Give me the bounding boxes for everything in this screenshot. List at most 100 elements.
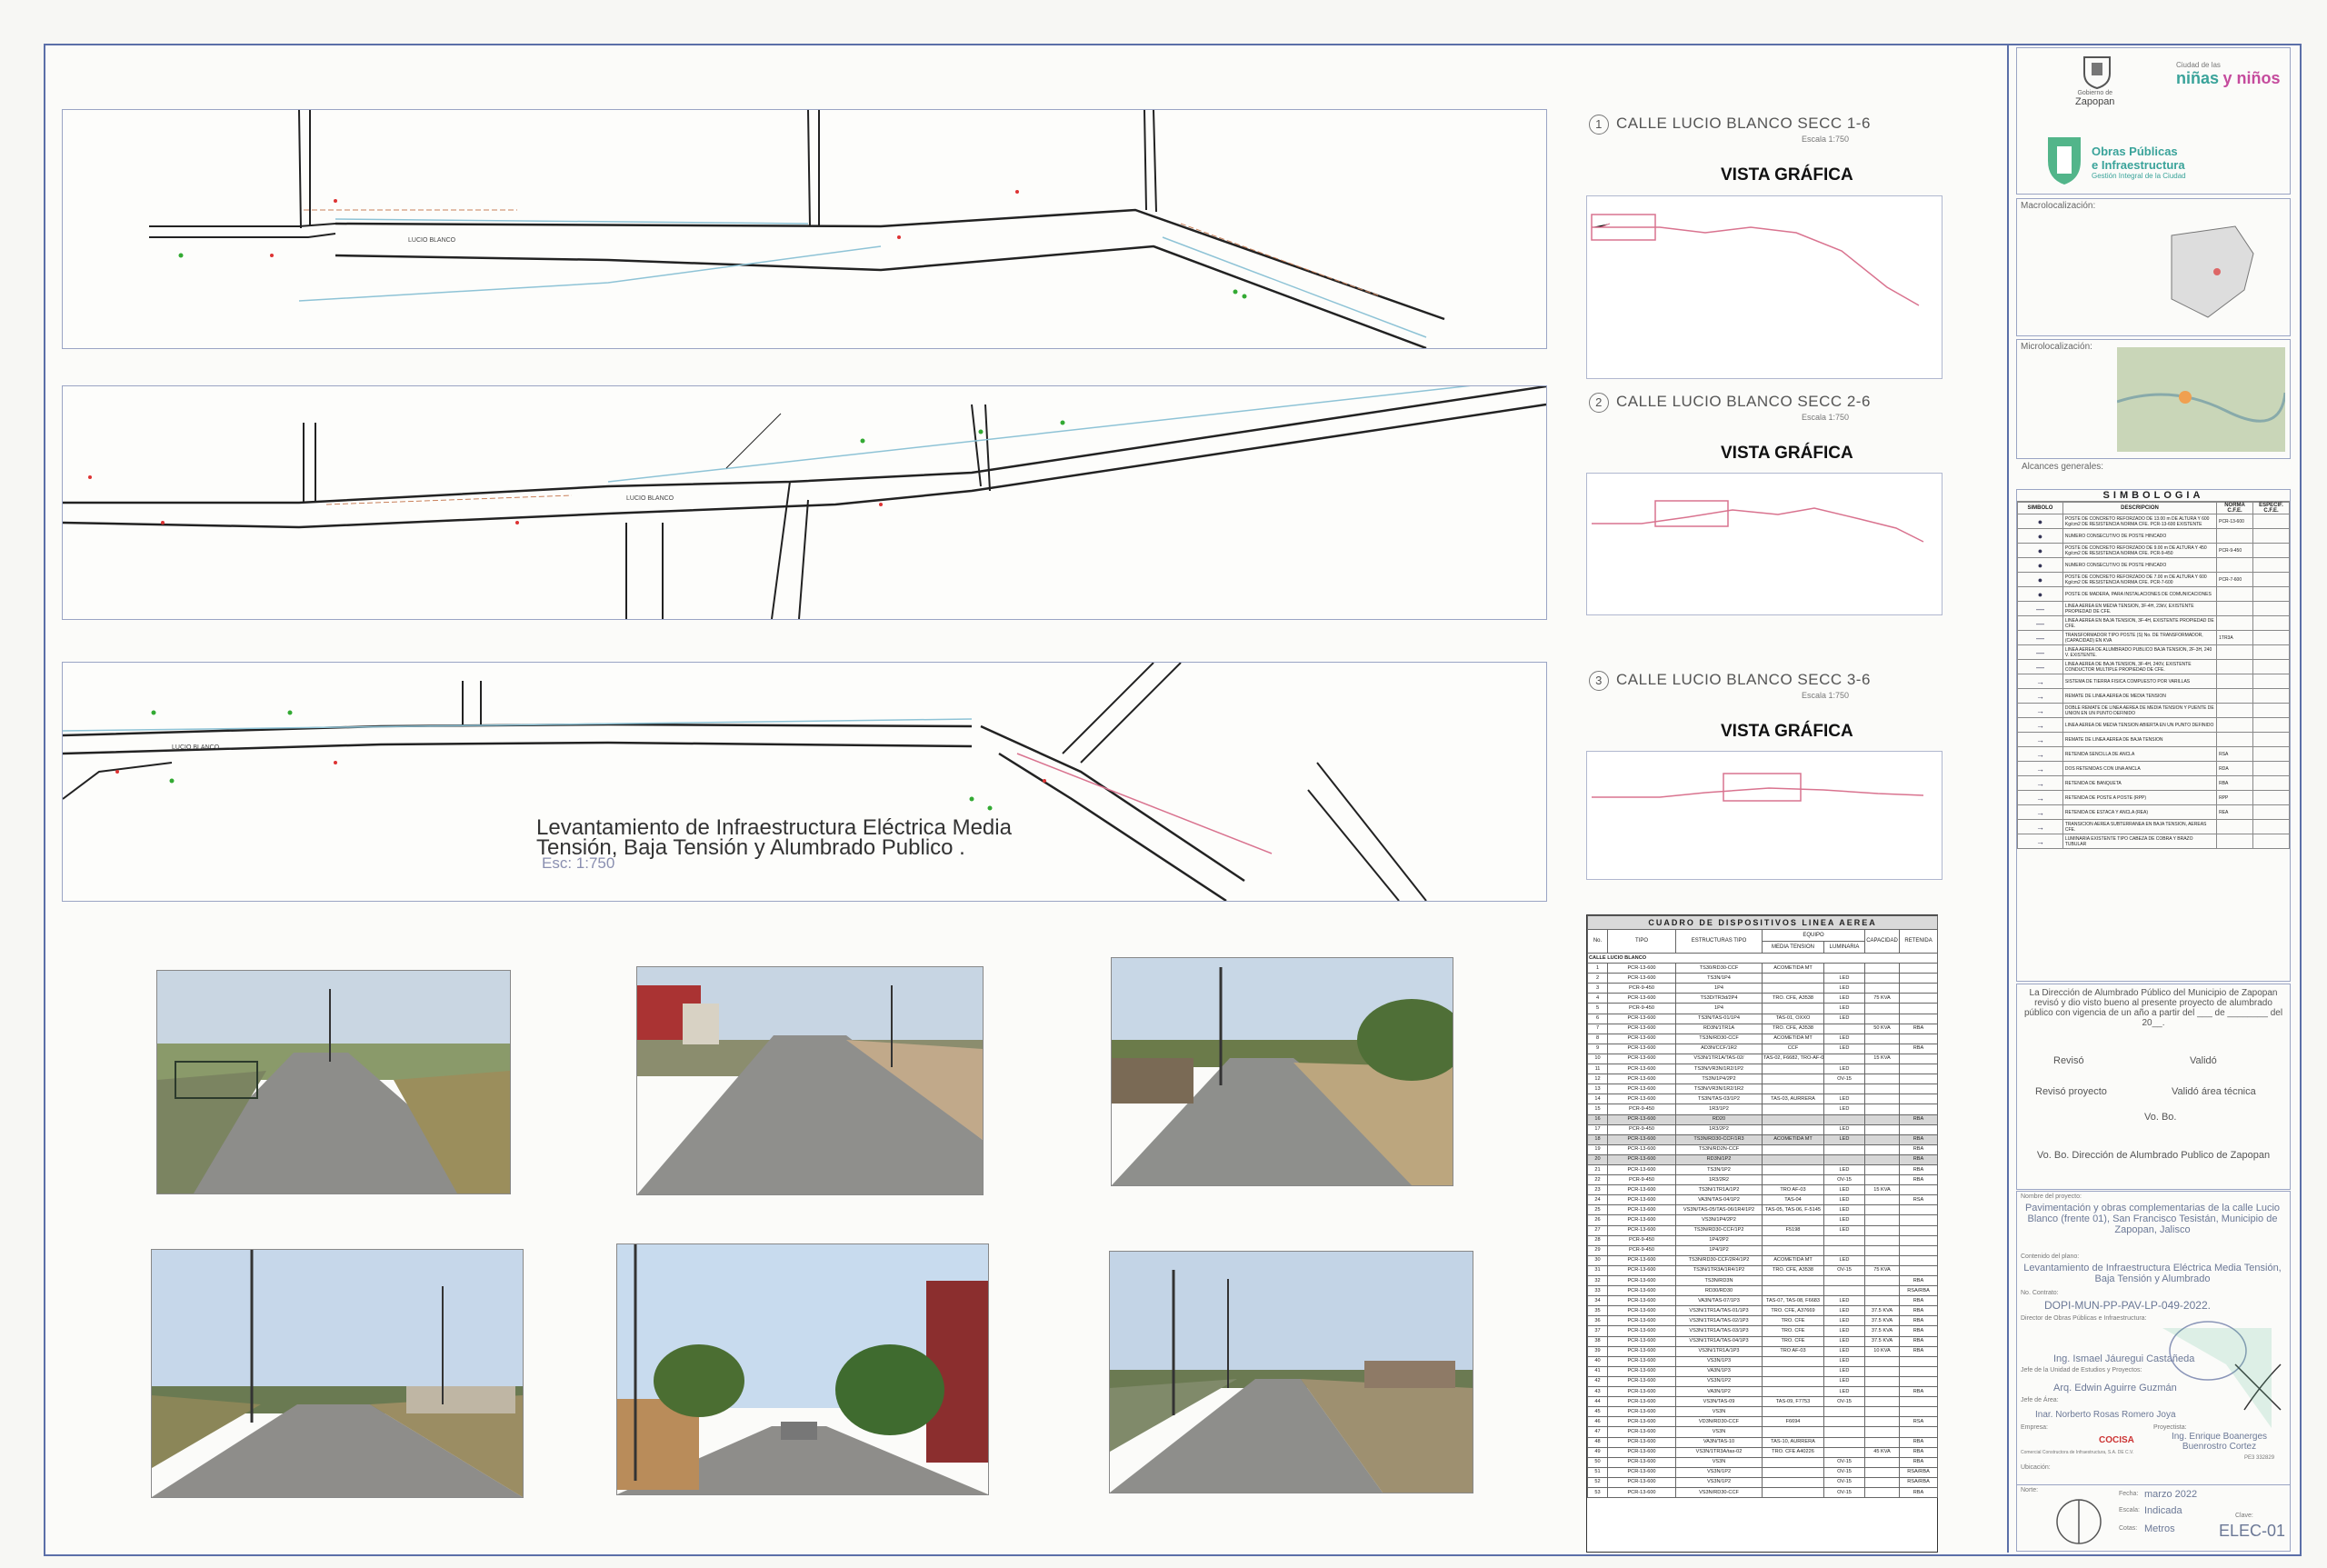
symbol-glyph: → bbox=[2017, 674, 2063, 689]
device-row: 49 PCR-13-600 VS3N/1TR3A/tas-02 TRO. CFE A4… bbox=[1587, 1446, 1939, 1458]
device-cell: OV-15 bbox=[1823, 1396, 1865, 1408]
device-cell: PCR-13-600 bbox=[1607, 1214, 1676, 1226]
section-2-number: 2 bbox=[1589, 393, 1609, 413]
device-cell bbox=[1762, 1234, 1824, 1246]
device-cell: 11 bbox=[1587, 1064, 1608, 1075]
symbol-row: → RETENIDA DE POSTE A POSTE (RPP) RPP bbox=[2017, 790, 2290, 805]
device-cell: VS3N/1TR1A/TAS-01/1P3 bbox=[1675, 1305, 1763, 1317]
device-cell: 15 bbox=[1587, 1104, 1608, 1115]
symbol-glyph: → bbox=[2017, 790, 2063, 805]
ubicacion-label: Ubicación: bbox=[2021, 1464, 2051, 1471]
symbol-row: → DOBLE REMATE DE LINEA AEREA DE MEDIA TE… bbox=[2017, 703, 2290, 718]
device-cell bbox=[1762, 1375, 1824, 1388]
col-no: No. bbox=[1587, 929, 1608, 954]
direccion-text: La Dirección de Alumbrado Público del Mu… bbox=[2023, 988, 2283, 1028]
device-cell bbox=[1864, 1234, 1900, 1246]
col-estructuras: ESTRUCTURAS TIPO bbox=[1675, 929, 1763, 954]
device-cell bbox=[1898, 1244, 1939, 1256]
symbol-esp bbox=[2252, 819, 2290, 834]
device-cell: 22 bbox=[1587, 1174, 1608, 1186]
device-cell: 6 bbox=[1587, 1013, 1608, 1024]
device-cell: PCR-13-600 bbox=[1607, 1396, 1676, 1408]
device-cell bbox=[1898, 1184, 1939, 1196]
device-cell: VA3N/TAS-04/1P2 bbox=[1675, 1194, 1763, 1206]
plan-drawing-3: LUCIO BLANCO bbox=[63, 663, 1427, 901]
device-cell: TAS-05, TAS-06, F-5145 bbox=[1762, 1204, 1824, 1216]
device-cell: TS30/RD30-CCF bbox=[1675, 963, 1763, 974]
device-cell: TS3N/1P4 bbox=[1675, 973, 1763, 984]
symbol-desc: LINEA AEREA EN MEDIA TENSION, 3F-4H, 23k… bbox=[2062, 601, 2218, 616]
device-row: 16 PCR-13-600 RD20 RBA bbox=[1587, 1114, 1939, 1125]
device-cell: 37.5 KVA bbox=[1864, 1305, 1900, 1317]
device-cell: PCR-9-450 bbox=[1607, 1234, 1676, 1246]
symbol-norma: PCR-7-600 bbox=[2216, 572, 2254, 587]
device-cell bbox=[1864, 1244, 1900, 1256]
symbol-desc: POSTE DE CONCRETO REFORZADO DE 9.00 m DE… bbox=[2062, 543, 2218, 558]
device-cell: 31 bbox=[1587, 1264, 1608, 1277]
device-cell bbox=[1898, 1003, 1939, 1014]
device-cell: LED bbox=[1823, 1204, 1865, 1216]
device-cell: PCR-13-600 bbox=[1607, 1084, 1676, 1095]
device-row: 42 PCR-13-600 VS3N/1P2 LED bbox=[1587, 1375, 1939, 1388]
device-row: 19 PCR-13-600 TS3N/RD2N-CCF RBA bbox=[1587, 1144, 1939, 1155]
device-cell: PCR-13-600 bbox=[1607, 1325, 1676, 1337]
device-cell bbox=[1898, 1254, 1939, 1266]
contenido-label: Contenido del plano: bbox=[2021, 1253, 2080, 1260]
device-row: 24 PCR-13-600 VA3N/TAS-04/1P2 TAS-04 LED RSA bbox=[1587, 1194, 1939, 1206]
device-cell bbox=[1762, 1466, 1824, 1478]
device-cell: VS3N/1TR1A/TAS-04/1P3 bbox=[1675, 1335, 1763, 1347]
symbol-esp bbox=[2252, 746, 2290, 762]
device-cell bbox=[1864, 1486, 1900, 1499]
device-row: 11 PCR-13-600 TS3N/VR3N/1R2/1P2 LED bbox=[1587, 1064, 1939, 1075]
device-cell bbox=[1762, 1244, 1824, 1256]
device-cell bbox=[1898, 963, 1939, 974]
device-cell: LED bbox=[1823, 1365, 1865, 1377]
device-row: 44 PCR-13-600 VS3N/TAS-09 TAS-09, F7753 OV-1… bbox=[1587, 1396, 1939, 1408]
device-cell: 32 bbox=[1587, 1274, 1608, 1287]
device-cell: 50 KVA bbox=[1864, 1023, 1900, 1034]
street-label-2: LUCIO BLANCO bbox=[626, 495, 674, 502]
symbol-esp bbox=[2252, 601, 2290, 616]
device-cell: RBA bbox=[1898, 1456, 1939, 1468]
device-cell bbox=[1864, 973, 1900, 984]
device-cell: VS3N/1TR1A/1P3 bbox=[1675, 1345, 1763, 1357]
device-cell: 4 bbox=[1587, 993, 1608, 1004]
device-cell: LED bbox=[1823, 993, 1865, 1004]
device-cell bbox=[1762, 1144, 1824, 1155]
device-cell: LED bbox=[1823, 1013, 1865, 1024]
device-cell: OV-15 bbox=[1823, 1264, 1865, 1277]
device-cell bbox=[1823, 1023, 1865, 1034]
device-cell: LED bbox=[1823, 1124, 1865, 1135]
device-cell: VA3N/TAS-10 bbox=[1675, 1436, 1763, 1448]
device-cell: VS3N bbox=[1675, 1426, 1763, 1438]
device-cell: TS3N/TAS-01/1P4 bbox=[1675, 1013, 1763, 1024]
device-cell bbox=[1762, 983, 1824, 994]
section-2-scale: Escala 1:750 bbox=[1802, 413, 1850, 422]
device-row: 9 PCR-13-600 AD3N/CCF/1R2 CCF LED RBA bbox=[1587, 1043, 1939, 1054]
device-cell: LED bbox=[1823, 1254, 1865, 1266]
device-cell: 25 bbox=[1587, 1204, 1608, 1216]
device-cell: PCR-13-600 bbox=[1607, 1013, 1676, 1024]
ciudad-label: Ciudad de las bbox=[2176, 61, 2221, 69]
device-cell bbox=[1864, 1224, 1900, 1236]
device-cell: PCR-13-600 bbox=[1607, 1254, 1676, 1266]
device-cell: 24 bbox=[1587, 1194, 1608, 1206]
device-cell: 40 bbox=[1587, 1355, 1608, 1367]
device-cell: 16 bbox=[1587, 1114, 1608, 1125]
symbol-glyph: → bbox=[2017, 819, 2063, 834]
symbol-desc: POSTE DE MADERA, PARA INSTALACIONES DE C… bbox=[2062, 586, 2218, 602]
device-cell: 52 bbox=[1587, 1476, 1608, 1488]
device-cell bbox=[1762, 1214, 1824, 1226]
device-cell bbox=[1898, 1355, 1939, 1367]
device-cell: F5198 bbox=[1762, 1224, 1824, 1236]
device-cell: PCR-9-450 bbox=[1607, 1124, 1676, 1135]
nombre-proyecto: Pavimentación y obras complementarias de… bbox=[2024, 1203, 2281, 1235]
device-cell: PCR-13-600 bbox=[1607, 1476, 1676, 1488]
device-row: 15 PCR-9-450 1R3/1P2 LED bbox=[1587, 1104, 1939, 1115]
device-row: 38 PCR-13-600 VS3N/1TR1A/TAS-04/1P3 TRO. CF… bbox=[1587, 1335, 1939, 1347]
device-cell: VA3N/1P2 bbox=[1675, 1386, 1763, 1398]
symbol-row: → DOS RETENIDAS CON UNA ANCLA RDA bbox=[2017, 761, 2290, 776]
symbol-esp bbox=[2252, 557, 2290, 573]
device-cell bbox=[1823, 1416, 1865, 1428]
device-cell: PCR-13-600 bbox=[1607, 1466, 1676, 1478]
